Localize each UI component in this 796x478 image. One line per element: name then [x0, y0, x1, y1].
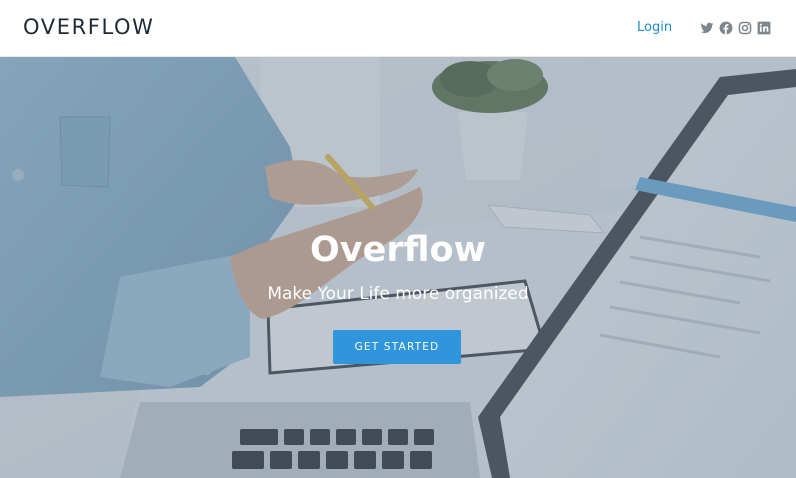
linkedin-icon[interactable]	[757, 21, 771, 35]
hero-title: Overflow	[310, 230, 486, 270]
get-started-button[interactable]: GET STARTED	[333, 330, 461, 364]
facebook-icon[interactable]	[719, 21, 733, 35]
site-logo[interactable]: OVERFLOW	[23, 15, 155, 39]
social-links	[700, 21, 771, 35]
site-header: OVERFLOW Login	[0, 0, 796, 57]
twitter-icon[interactable]	[700, 21, 714, 35]
hero-section: Overflow Make Your Life more organized G…	[0, 57, 796, 478]
instagram-icon[interactable]	[738, 21, 752, 35]
login-link[interactable]: Login	[637, 20, 672, 35]
hero-subtitle: Make Your Life more organized	[267, 284, 529, 304]
